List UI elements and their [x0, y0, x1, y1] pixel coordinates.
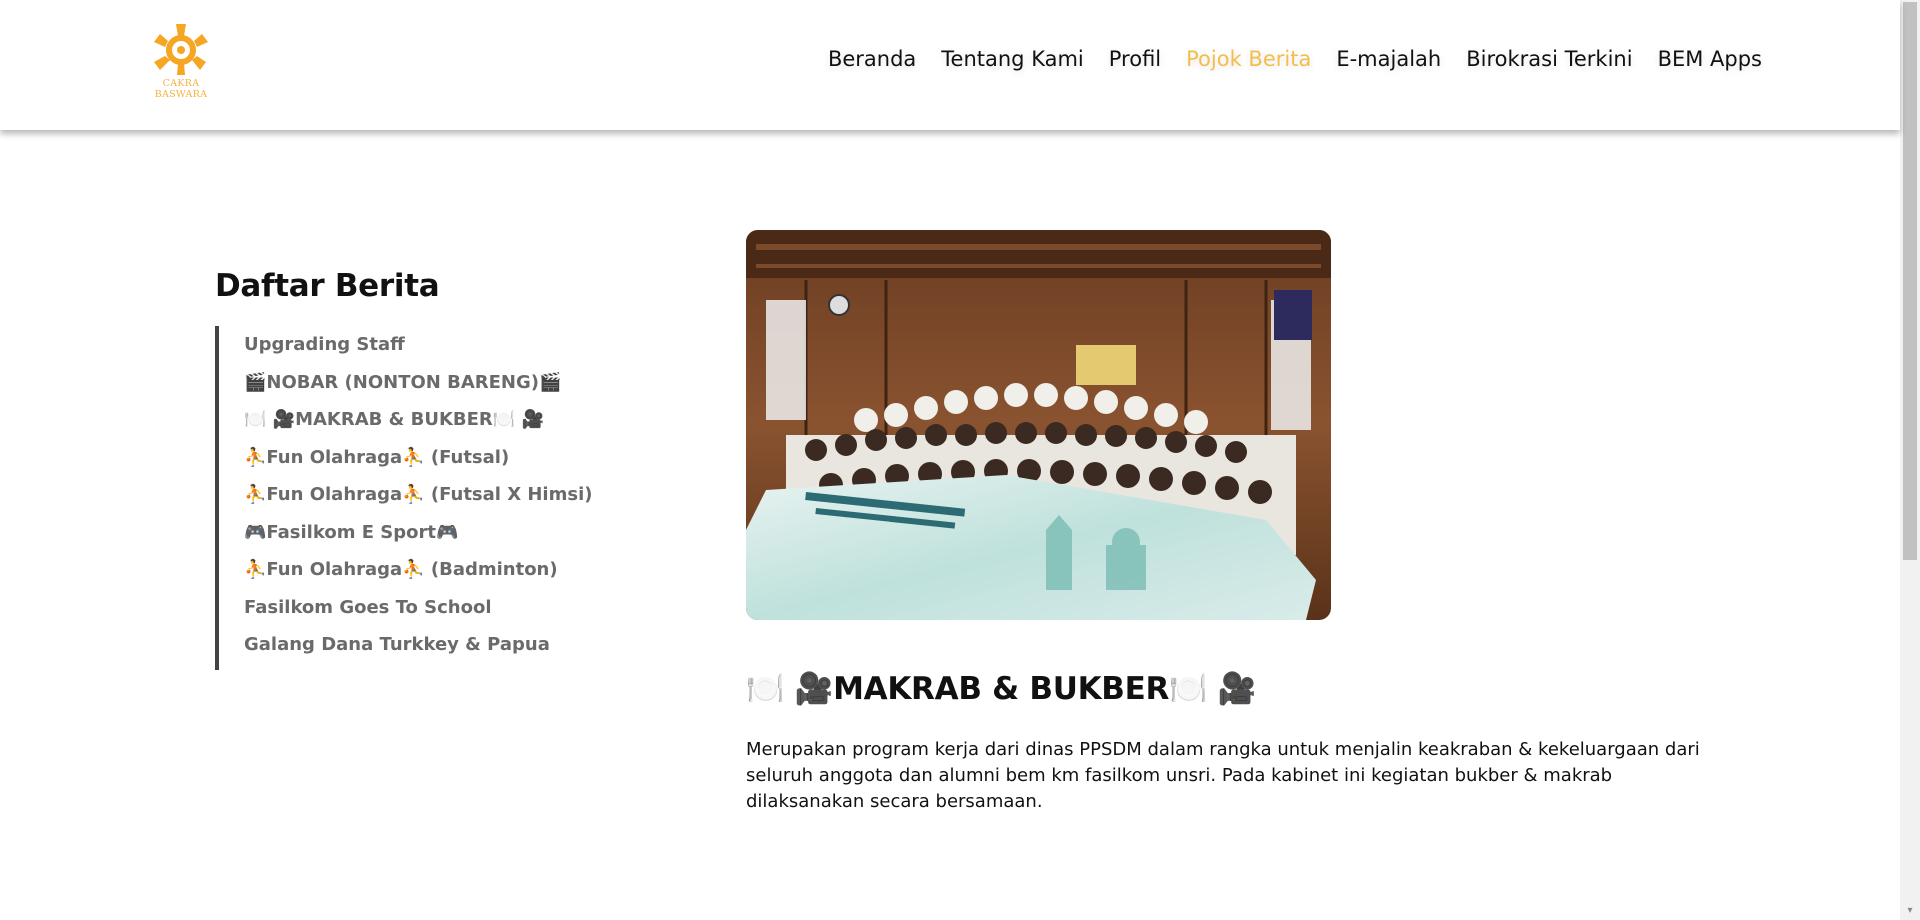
news-item-fun-olahraga-futsal[interactable]: ⛹️Fun Olahraga⛹️ (Futsal)	[244, 443, 635, 481]
scroll-down-icon[interactable]: ▾	[1905, 906, 1915, 916]
article-title: 🍽️ 🎥MAKRAB & BUKBER🍽️ 🎥	[746, 671, 1257, 707]
nav-bem-apps[interactable]: BEM Apps	[1658, 47, 1762, 71]
page-scrollbar[interactable]: ▾	[1900, 0, 1920, 920]
article-photo	[746, 230, 1331, 620]
news-item-nobar[interactable]: 🎬NOBAR (NONTON BARENG)🎬	[244, 368, 635, 406]
scrollbar-thumb[interactable]	[1903, 2, 1917, 560]
main-nav: Beranda Tentang Kami Profil Pojok Berita…	[828, 47, 1762, 71]
news-item-fasilkom-e-sport[interactable]: 🎮Fasilkom E Sport🎮	[244, 518, 635, 556]
news-list: Upgrading Staff 🎬NOBAR (NONTON BARENG)🎬 …	[215, 326, 635, 670]
nav-e-majalah[interactable]: E-majalah	[1336, 47, 1441, 71]
news-sidebar: Daftar Berita Upgrading Staff 🎬NOBAR (NO…	[215, 268, 635, 670]
nav-pojok-berita[interactable]: Pojok Berita	[1186, 47, 1311, 71]
news-item-galang-dana[interactable]: Galang Dana Turkkey & Papua	[244, 630, 635, 668]
group-photo	[746, 230, 1331, 620]
nav-tentang-kami[interactable]: Tentang Kami	[941, 47, 1083, 71]
sidebar-title: Daftar Berita	[215, 268, 440, 304]
news-item-fun-olahraga-futsal-himsi[interactable]: ⛹️Fun Olahraga⛹️ (Futsal X Himsi)	[244, 480, 635, 518]
nav-birokrasi-terkini[interactable]: Birokrasi Terkini	[1466, 47, 1632, 71]
article: 🍽️ 🎥MAKRAB & BUKBER🍽️ 🎥 Merupakan progra…	[746, 230, 1726, 815]
nav-beranda[interactable]: Beranda	[828, 47, 916, 71]
news-item-fasilkom-goes-to-school[interactable]: Fasilkom Goes To School	[244, 593, 635, 631]
logo-emblem-icon	[154, 24, 208, 75]
article-body: Merupakan program kerja dari dinas PPSDM…	[746, 739, 1700, 812]
news-item-upgrading-staff[interactable]: Upgrading Staff	[244, 330, 635, 368]
news-item-makrab-bukber[interactable]: 🍽️ 🎥MAKRAB & BUKBER🍽️ 🎥	[244, 405, 635, 443]
logo-text: CAKRA BASWARA	[154, 78, 208, 100]
nav-profil[interactable]: Profil	[1109, 47, 1161, 71]
cakra-baswara-logo[interactable]: CAKRA BASWARA	[148, 20, 214, 110]
news-item-fun-olahraga-badminton[interactable]: ⛹️Fun Olahraga⛹️ (Badminton)	[244, 555, 635, 593]
site-header: CAKRA BASWARA Beranda Tentang Kami Profi…	[0, 0, 1900, 130]
